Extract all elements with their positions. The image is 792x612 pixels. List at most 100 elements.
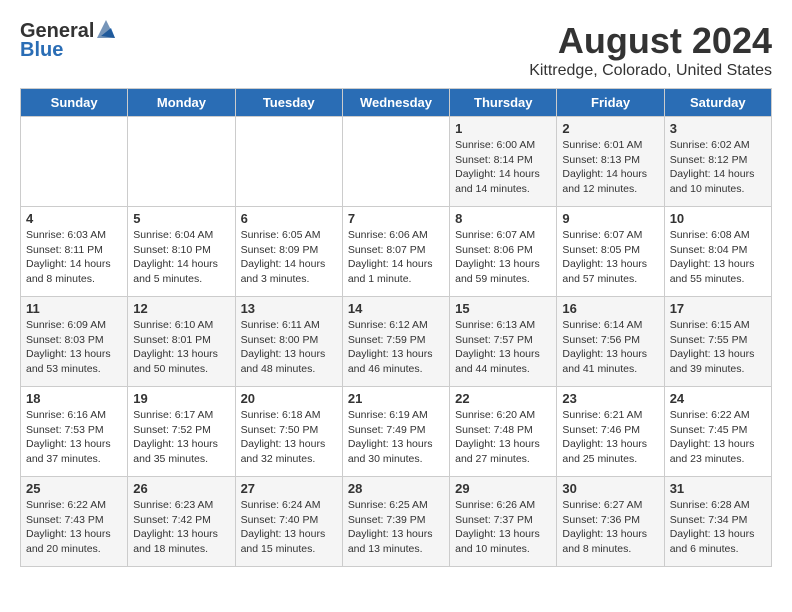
day-info: Sunrise: 6:15 AM Sunset: 7:55 PM Dayligh…: [670, 318, 766, 377]
day-cell: 3 Sunrise: 6:02 AM Sunset: 8:12 PM Dayli…: [664, 117, 771, 207]
day-info: Sunrise: 6:06 AM Sunset: 8:07 PM Dayligh…: [348, 228, 444, 287]
day-number: 14: [348, 301, 444, 316]
day-number: 12: [133, 301, 229, 316]
day-info: Sunrise: 6:27 AM Sunset: 7:36 PM Dayligh…: [562, 498, 658, 557]
day-cell: 1 Sunrise: 6:00 AM Sunset: 8:14 PM Dayli…: [450, 117, 557, 207]
day-cell: 30 Sunrise: 6:27 AM Sunset: 7:36 PM Dayl…: [557, 477, 664, 567]
day-cell: 8 Sunrise: 6:07 AM Sunset: 8:06 PM Dayli…: [450, 207, 557, 297]
day-info: Sunrise: 6:12 AM Sunset: 7:59 PM Dayligh…: [348, 318, 444, 377]
day-number: 1: [455, 121, 551, 136]
day-header-wednesday: Wednesday: [342, 89, 449, 117]
day-info: Sunrise: 6:17 AM Sunset: 7:52 PM Dayligh…: [133, 408, 229, 467]
day-cell: 18 Sunrise: 6:16 AM Sunset: 7:53 PM Dayl…: [21, 387, 128, 477]
day-cell: 14 Sunrise: 6:12 AM Sunset: 7:59 PM Dayl…: [342, 297, 449, 387]
day-number: 4: [26, 211, 122, 226]
day-number: 20: [241, 391, 337, 406]
day-info: Sunrise: 6:14 AM Sunset: 7:56 PM Dayligh…: [562, 318, 658, 377]
day-cell: 31 Sunrise: 6:28 AM Sunset: 7:34 PM Dayl…: [664, 477, 771, 567]
day-number: 8: [455, 211, 551, 226]
day-info: Sunrise: 6:09 AM Sunset: 8:03 PM Dayligh…: [26, 318, 122, 377]
day-info: Sunrise: 6:22 AM Sunset: 7:43 PM Dayligh…: [26, 498, 122, 557]
calendar-table: SundayMondayTuesdayWednesdayThursdayFrid…: [20, 88, 772, 567]
logo-arrow-icon: [97, 20, 115, 43]
day-header-tuesday: Tuesday: [235, 89, 342, 117]
day-info: Sunrise: 6:23 AM Sunset: 7:42 PM Dayligh…: [133, 498, 229, 557]
day-number: 9: [562, 211, 658, 226]
day-cell: 24 Sunrise: 6:22 AM Sunset: 7:45 PM Dayl…: [664, 387, 771, 477]
day-number: 10: [670, 211, 766, 226]
day-number: 22: [455, 391, 551, 406]
day-cell: 5 Sunrise: 6:04 AM Sunset: 8:10 PM Dayli…: [128, 207, 235, 297]
month-year-title: August 2024: [529, 20, 772, 62]
day-number: 13: [241, 301, 337, 316]
week-row-5: 25 Sunrise: 6:22 AM Sunset: 7:43 PM Dayl…: [21, 477, 772, 567]
logo-blue-text: Blue: [20, 39, 63, 62]
day-number: 24: [670, 391, 766, 406]
title-area: August 2024 Kittredge, Colorado, United …: [529, 20, 772, 80]
day-info: Sunrise: 6:00 AM Sunset: 8:14 PM Dayligh…: [455, 138, 551, 197]
day-cell: 17 Sunrise: 6:15 AM Sunset: 7:55 PM Dayl…: [664, 297, 771, 387]
day-number: 16: [562, 301, 658, 316]
day-cell: [342, 117, 449, 207]
day-info: Sunrise: 6:10 AM Sunset: 8:01 PM Dayligh…: [133, 318, 229, 377]
day-number: 27: [241, 481, 337, 496]
day-cell: 15 Sunrise: 6:13 AM Sunset: 7:57 PM Dayl…: [450, 297, 557, 387]
day-cell: 11 Sunrise: 6:09 AM Sunset: 8:03 PM Dayl…: [21, 297, 128, 387]
day-cell: 20 Sunrise: 6:18 AM Sunset: 7:50 PM Dayl…: [235, 387, 342, 477]
day-info: Sunrise: 6:02 AM Sunset: 8:12 PM Dayligh…: [670, 138, 766, 197]
day-cell: 28 Sunrise: 6:25 AM Sunset: 7:39 PM Dayl…: [342, 477, 449, 567]
header: General Blue August 2024 Kittredge, Colo…: [20, 20, 772, 80]
day-number: 29: [455, 481, 551, 496]
day-number: 31: [670, 481, 766, 496]
week-row-3: 11 Sunrise: 6:09 AM Sunset: 8:03 PM Dayl…: [21, 297, 772, 387]
day-info: Sunrise: 6:01 AM Sunset: 8:13 PM Dayligh…: [562, 138, 658, 197]
day-cell: 2 Sunrise: 6:01 AM Sunset: 8:13 PM Dayli…: [557, 117, 664, 207]
day-info: Sunrise: 6:07 AM Sunset: 8:06 PM Dayligh…: [455, 228, 551, 287]
day-number: 17: [670, 301, 766, 316]
day-header-saturday: Saturday: [664, 89, 771, 117]
day-number: 18: [26, 391, 122, 406]
day-header-sunday: Sunday: [21, 89, 128, 117]
day-info: Sunrise: 6:13 AM Sunset: 7:57 PM Dayligh…: [455, 318, 551, 377]
day-number: 7: [348, 211, 444, 226]
day-info: Sunrise: 6:20 AM Sunset: 7:48 PM Dayligh…: [455, 408, 551, 467]
day-cell: [21, 117, 128, 207]
week-row-1: 1 Sunrise: 6:00 AM Sunset: 8:14 PM Dayli…: [21, 117, 772, 207]
day-info: Sunrise: 6:22 AM Sunset: 7:45 PM Dayligh…: [670, 408, 766, 467]
day-info: Sunrise: 6:05 AM Sunset: 8:09 PM Dayligh…: [241, 228, 337, 287]
day-cell: 6 Sunrise: 6:05 AM Sunset: 8:09 PM Dayli…: [235, 207, 342, 297]
day-info: Sunrise: 6:18 AM Sunset: 7:50 PM Dayligh…: [241, 408, 337, 467]
day-number: 26: [133, 481, 229, 496]
day-number: 3: [670, 121, 766, 136]
day-number: 28: [348, 481, 444, 496]
day-cell: 4 Sunrise: 6:03 AM Sunset: 8:11 PM Dayli…: [21, 207, 128, 297]
day-headers-row: SundayMondayTuesdayWednesdayThursdayFrid…: [21, 89, 772, 117]
week-row-2: 4 Sunrise: 6:03 AM Sunset: 8:11 PM Dayli…: [21, 207, 772, 297]
day-number: 6: [241, 211, 337, 226]
day-cell: [235, 117, 342, 207]
day-cell: 9 Sunrise: 6:07 AM Sunset: 8:05 PM Dayli…: [557, 207, 664, 297]
day-info: Sunrise: 6:16 AM Sunset: 7:53 PM Dayligh…: [26, 408, 122, 467]
day-cell: 13 Sunrise: 6:11 AM Sunset: 8:00 PM Dayl…: [235, 297, 342, 387]
day-header-friday: Friday: [557, 89, 664, 117]
day-number: 5: [133, 211, 229, 226]
day-cell: 25 Sunrise: 6:22 AM Sunset: 7:43 PM Dayl…: [21, 477, 128, 567]
day-number: 23: [562, 391, 658, 406]
day-number: 15: [455, 301, 551, 316]
day-number: 19: [133, 391, 229, 406]
day-info: Sunrise: 6:11 AM Sunset: 8:00 PM Dayligh…: [241, 318, 337, 377]
day-cell: 10 Sunrise: 6:08 AM Sunset: 8:04 PM Dayl…: [664, 207, 771, 297]
day-number: 30: [562, 481, 658, 496]
day-cell: 7 Sunrise: 6:06 AM Sunset: 8:07 PM Dayli…: [342, 207, 449, 297]
day-cell: 26 Sunrise: 6:23 AM Sunset: 7:42 PM Dayl…: [128, 477, 235, 567]
day-info: Sunrise: 6:28 AM Sunset: 7:34 PM Dayligh…: [670, 498, 766, 557]
day-cell: 21 Sunrise: 6:19 AM Sunset: 7:49 PM Dayl…: [342, 387, 449, 477]
day-info: Sunrise: 6:26 AM Sunset: 7:37 PM Dayligh…: [455, 498, 551, 557]
logo: General Blue: [20, 20, 115, 62]
day-info: Sunrise: 6:21 AM Sunset: 7:46 PM Dayligh…: [562, 408, 658, 467]
day-cell: 12 Sunrise: 6:10 AM Sunset: 8:01 PM Dayl…: [128, 297, 235, 387]
day-number: 25: [26, 481, 122, 496]
day-cell: 22 Sunrise: 6:20 AM Sunset: 7:48 PM Dayl…: [450, 387, 557, 477]
day-info: Sunrise: 6:03 AM Sunset: 8:11 PM Dayligh…: [26, 228, 122, 287]
day-cell: 16 Sunrise: 6:14 AM Sunset: 7:56 PM Dayl…: [557, 297, 664, 387]
